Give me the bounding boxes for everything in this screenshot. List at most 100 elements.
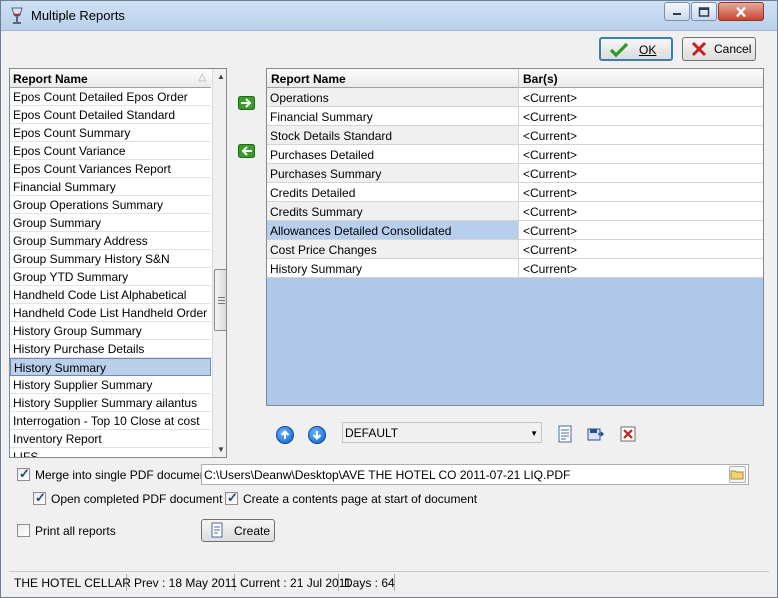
selected-report-name[interactable]: Cost Price Changes (267, 240, 519, 258)
add-report-arrow-icon[interactable] (238, 96, 255, 110)
close-button[interactable] (718, 2, 764, 21)
report-list-item[interactable]: History Group Summary (10, 322, 211, 340)
selected-report-row[interactable]: Cost Price Changes <Current> (267, 240, 763, 259)
selected-report-row[interactable]: Credits Summary <Current> (267, 202, 763, 221)
selected-report-row[interactable]: Operations <Current> (267, 88, 763, 107)
print-all-label[interactable]: Print all reports (35, 524, 116, 538)
selected-report-name[interactable]: Credits Summary (267, 202, 519, 220)
scroll-down-icon[interactable]: ▼ (217, 445, 225, 454)
available-reports-list[interactable]: Report Name △ Epos Count Detailed Epos O… (9, 68, 227, 458)
selected-report-row[interactable]: Purchases Detailed <Current> (267, 145, 763, 164)
report-list-item[interactable]: Handheld Code List Alphabetical (10, 286, 211, 304)
report-list-item[interactable]: Group Summary (10, 214, 211, 232)
selected-report-name[interactable]: Operations (267, 88, 519, 106)
report-list-item[interactable]: Handheld Code List Handheld Order (10, 304, 211, 322)
selected-report-bars[interactable]: <Current> (519, 164, 763, 182)
maximize-button[interactable] (691, 2, 717, 21)
selected-report-bars[interactable]: <Current> (519, 107, 763, 125)
layout-select[interactable]: DEFAULT ▼ (342, 422, 542, 443)
create-button[interactable]: Create (201, 519, 275, 542)
multiple-reports-window: Multiple Reports OK Cancel Report Name △… (0, 0, 778, 598)
selected-report-bars[interactable]: <Current> (519, 88, 763, 106)
move-down-button[interactable] (308, 426, 326, 444)
report-list-item[interactable]: LIFS (10, 448, 211, 457)
print-all-checkbox[interactable] (17, 524, 30, 537)
selected-report-row[interactable]: Credits Detailed <Current> (267, 183, 763, 202)
cancel-button[interactable]: Cancel (682, 37, 756, 61)
report-list-item[interactable]: History Supplier Summary (10, 376, 211, 394)
selected-report-name[interactable]: Financial Summary (267, 107, 519, 125)
pdf-path-input[interactable]: C:\Users\Deanw\Desktop\AVE THE HOTEL CO … (201, 464, 749, 485)
selected-report-row[interactable]: Allowances Detailed Consolidated <Current… (267, 221, 763, 240)
left-list-scrollbar[interactable]: ▲ ▼ (212, 69, 226, 457)
maximize-icon (698, 6, 710, 17)
selected-report-name[interactable]: Stock Details Standard (267, 126, 519, 144)
report-name-column-header[interactable]: Report Name (271, 72, 346, 86)
selected-report-bars[interactable]: <Current> (519, 202, 763, 220)
report-list-item[interactable]: Interrogation - Top 10 Close at cost (10, 412, 211, 430)
selected-report-bars[interactable]: <Current> (519, 221, 763, 239)
document-icon[interactable] (556, 425, 574, 443)
open-pdf-checkbox[interactable] (33, 490, 46, 506)
report-list-item[interactable]: Epos Count Summary (10, 124, 211, 142)
selected-reports-grid[interactable]: Report Name Bar(s) Operations <Current> Fi… (266, 68, 764, 406)
merge-pdf-label[interactable]: Merge into single PDF document (35, 468, 210, 482)
cancel-label: Cancel (714, 42, 752, 56)
selected-report-name[interactable]: History Summary (267, 259, 519, 277)
selected-report-bars[interactable]: <Current> (519, 145, 763, 163)
save-layout-icon[interactable] (586, 425, 604, 443)
selected-report-row[interactable]: Stock Details Standard <Current> (267, 126, 763, 145)
contents-page-checkbox[interactable] (225, 490, 238, 506)
selected-report-bars[interactable]: <Current> (519, 126, 763, 144)
layout-select-value: DEFAULT (345, 426, 399, 440)
report-list-item[interactable]: Group Summary Address (10, 232, 211, 250)
report-list-item[interactable]: Group YTD Summary (10, 268, 211, 286)
report-list-item[interactable]: Epos Count Detailed Standard (10, 106, 211, 124)
report-list-item[interactable]: Inventory Report (10, 430, 211, 448)
title-bar[interactable]: Multiple Reports (1, 1, 777, 31)
selected-report-name[interactable]: Allowances Detailed Consolidated (267, 221, 519, 239)
remove-report-arrow-icon[interactable] (238, 144, 255, 158)
create-label: Create (234, 524, 271, 538)
chevron-down-icon[interactable]: ▼ (530, 429, 538, 438)
minimize-icon (673, 12, 681, 15)
report-list-item[interactable]: Epos Count Variances Report (10, 160, 211, 178)
open-pdf-label[interactable]: Open completed PDF document (51, 492, 222, 506)
selected-report-bars[interactable]: <Current> (519, 183, 763, 201)
report-list-item[interactable]: Financial Summary (10, 178, 211, 196)
ok-button[interactable]: OK (599, 37, 673, 61)
selected-report-name[interactable]: Purchases Detailed (267, 145, 519, 163)
browse-folder-button[interactable] (729, 466, 746, 483)
selected-report-name[interactable]: Credits Detailed (267, 183, 519, 201)
merge-pdf-checkbox[interactable] (17, 466, 30, 482)
ok-label: OK (639, 43, 657, 57)
report-list-item[interactable]: Epos Count Variance (10, 142, 211, 160)
report-list-item[interactable]: History Summary (10, 358, 211, 376)
selected-report-name[interactable]: Purchases Summary (267, 164, 519, 182)
window-title: Multiple Reports (31, 8, 125, 23)
selected-report-row[interactable]: Purchases Summary <Current> (267, 164, 763, 183)
bars-column-header[interactable]: Bar(s) (523, 72, 558, 86)
report-name-column-header[interactable]: Report Name △ (10, 69, 211, 88)
grid-toolbar: DEFAULT ▼ (266, 407, 764, 457)
move-up-button[interactable] (276, 426, 294, 444)
report-list-item[interactable]: History Supplier Summary ailantus (10, 394, 211, 412)
selected-report-bars[interactable]: <Current> (519, 259, 763, 277)
minimize-button[interactable] (664, 2, 690, 21)
contents-page-label[interactable]: Create a contents page at start of docum… (243, 492, 477, 506)
selected-report-row[interactable]: Financial Summary <Current> (267, 107, 763, 126)
report-list-item[interactable]: Epos Count Detailed Epos Order (10, 88, 211, 106)
report-list-item[interactable]: History Purchase Details (10, 340, 211, 358)
report-list-item[interactable]: Group Summary History S&N (10, 250, 211, 268)
report-list-item[interactable]: Group Operations Summary (10, 196, 211, 214)
selected-report-row[interactable]: History Summary <Current> (267, 259, 763, 278)
scrollbar-thumb[interactable] (214, 269, 226, 331)
delete-layout-icon[interactable] (619, 425, 637, 443)
cross-icon (691, 41, 707, 57)
report-name-header-label: Report Name (13, 72, 88, 86)
selected-report-bars[interactable]: <Current> (519, 240, 763, 258)
app-icon (11, 7, 23, 24)
arrow-down-icon (312, 431, 322, 440)
create-document-icon (211, 522, 223, 538)
scroll-up-icon[interactable]: ▲ (217, 72, 225, 81)
